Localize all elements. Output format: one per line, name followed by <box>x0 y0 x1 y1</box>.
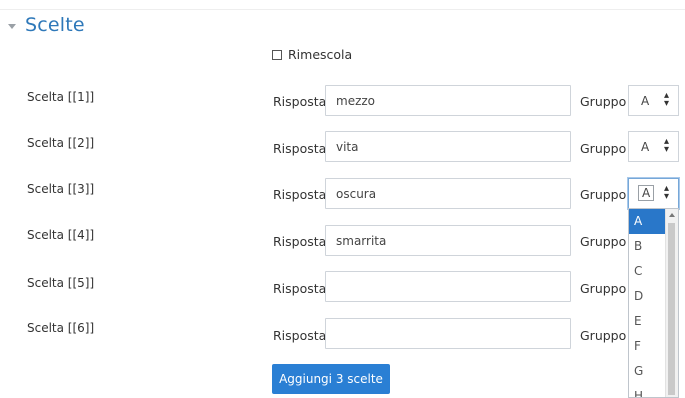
answer-input[interactable] <box>325 85 571 116</box>
choice-label: Scelta [[1]] <box>27 90 95 104</box>
answer-label: Risposta <box>273 281 327 296</box>
group-label: Gruppo <box>580 281 627 296</box>
shuffle-option[interactable]: Rimescola <box>272 47 352 62</box>
answer-label: Risposta <box>273 187 327 202</box>
choice-label: Scelta [[6]] <box>27 321 95 335</box>
shuffle-label: Rimescola <box>288 47 353 62</box>
answer-label: Risposta <box>273 234 327 249</box>
section-header[interactable]: Scelte <box>8 14 85 36</box>
dropdown-option[interactable]: H <box>629 384 667 397</box>
group-select[interactable]: A ▴ ▾ <box>628 178 679 209</box>
section-title: Scelte <box>25 14 85 36</box>
answer-input[interactable] <box>325 225 571 256</box>
choice-label: Scelta [[5]] <box>27 276 95 290</box>
choice-label: Scelta [[2]] <box>27 136 95 150</box>
dropdown-option[interactable]: D <box>629 284 667 309</box>
select-arrows-icon: ▴ ▾ <box>663 183 669 202</box>
dropdown-option[interactable]: G <box>629 359 667 384</box>
dropdown-option[interactable]: A <box>629 209 667 234</box>
answer-input[interactable] <box>325 271 571 302</box>
top-divider <box>0 9 685 10</box>
dropdown-option[interactable]: B <box>629 234 667 259</box>
answer-input[interactable] <box>325 131 571 162</box>
answer-input[interactable] <box>325 318 571 349</box>
chevron-down-icon[interactable] <box>8 23 16 29</box>
dropdown-scrollbar[interactable] <box>665 209 678 397</box>
answer-label: Risposta <box>273 328 327 343</box>
group-dropdown-list[interactable]: A B C D E F G H <box>628 208 679 398</box>
group-label: Gruppo <box>580 328 627 343</box>
shuffle-checkbox[interactable] <box>272 49 282 60</box>
group-select-value: A <box>638 185 655 201</box>
dropdown-option[interactable]: E <box>629 309 667 334</box>
choice-label: Scelta [[3]] <box>27 182 95 196</box>
group-select-value: A <box>641 94 650 108</box>
answer-label: Risposta <box>273 141 327 156</box>
group-label: Gruppo <box>580 94 627 109</box>
group-select[interactable]: A ▴ ▾ <box>628 85 679 116</box>
choice-label: Scelta [[4]] <box>27 228 95 242</box>
answer-label: Risposta <box>273 94 327 109</box>
group-select-value: A <box>641 140 650 154</box>
group-label: Gruppo <box>580 141 627 156</box>
select-arrows-icon: ▴ ▾ <box>663 136 669 155</box>
scroll-thumb[interactable] <box>668 223 675 395</box>
dropdown-option[interactable]: F <box>629 334 667 359</box>
select-arrows-icon: ▴ ▾ <box>663 90 669 109</box>
add-choices-button[interactable]: Aggiungi 3 scelte <box>272 364 390 394</box>
answer-input[interactable] <box>325 178 571 209</box>
scroll-up-icon[interactable] <box>669 213 675 217</box>
group-label: Gruppo <box>580 187 627 202</box>
page: Scelte Rimescola Scelta [[1]] Risposta G… <box>0 0 685 398</box>
dropdown-option[interactable]: C <box>629 259 667 284</box>
group-select[interactable]: A ▴ ▾ <box>628 131 679 162</box>
group-label: Gruppo <box>580 234 627 249</box>
